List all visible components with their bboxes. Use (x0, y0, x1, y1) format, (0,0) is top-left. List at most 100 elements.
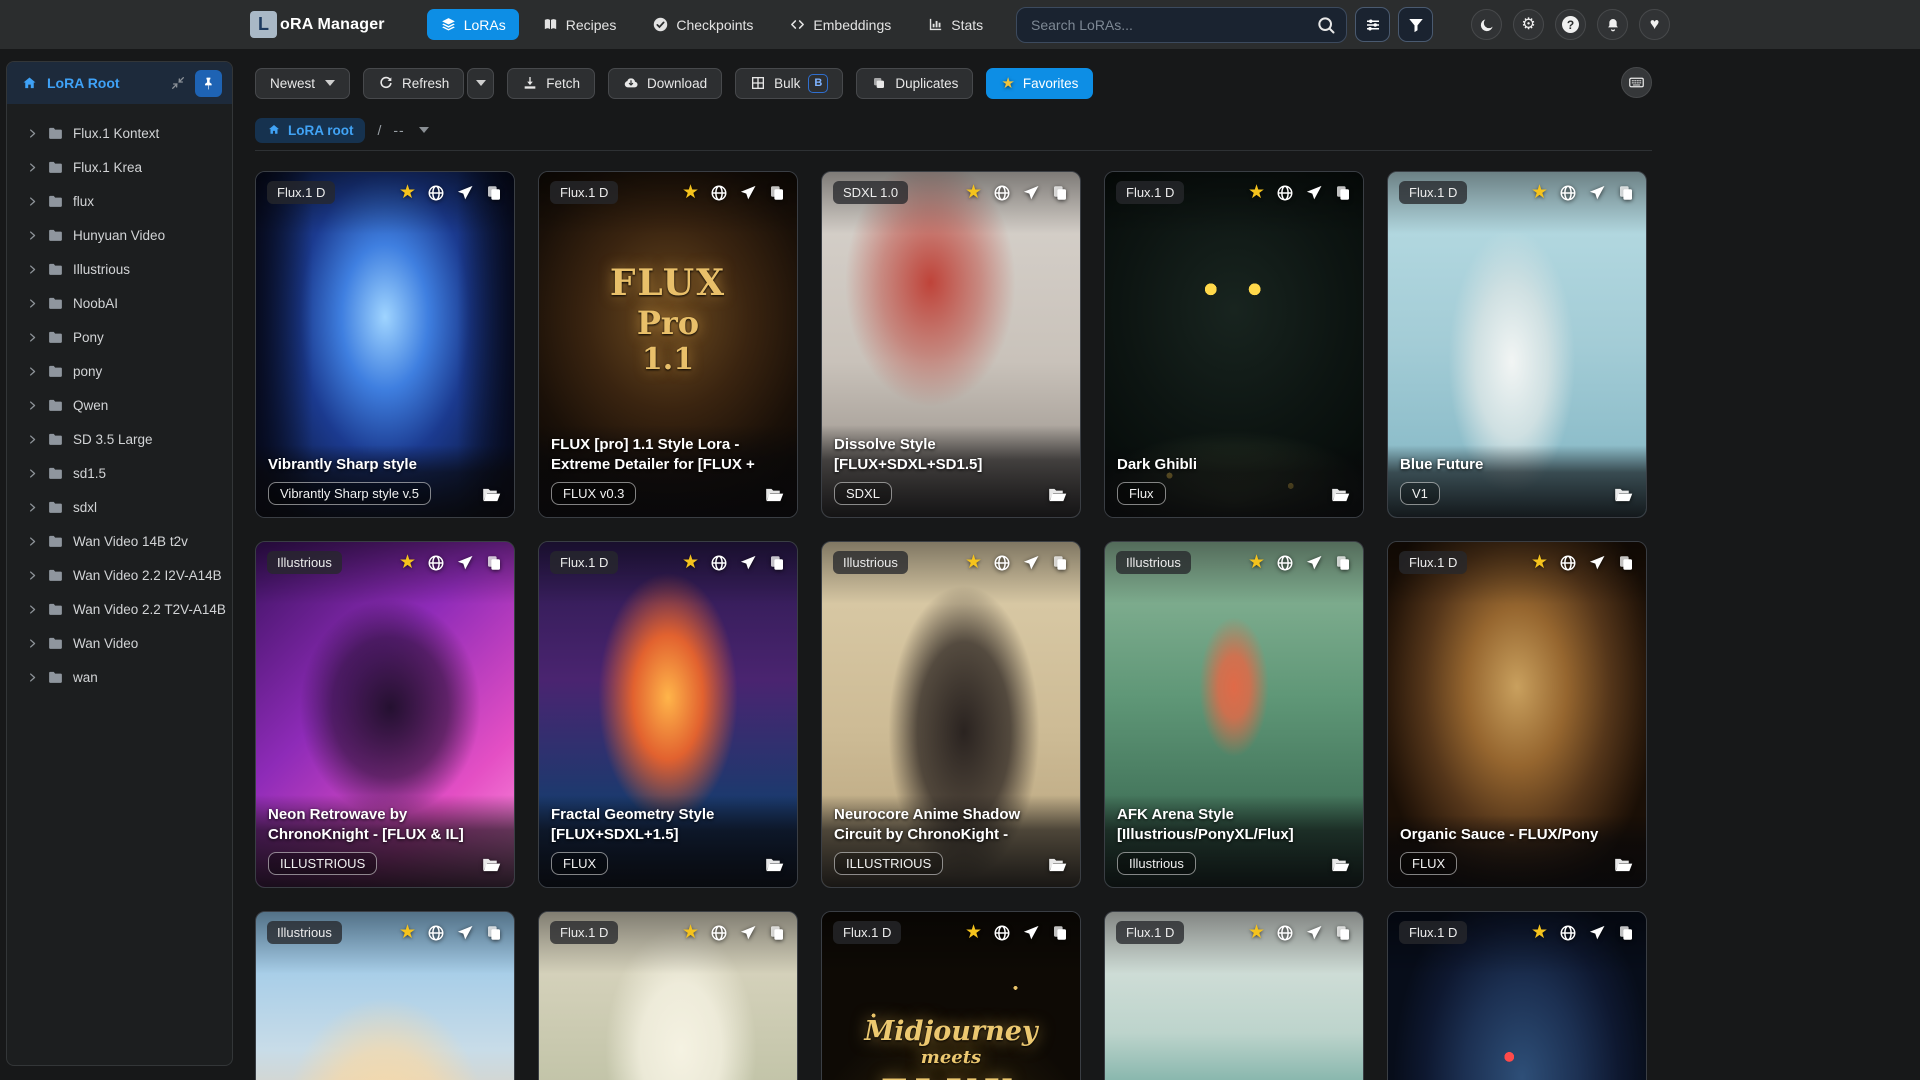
refresh-button[interactable]: Refresh (363, 67, 465, 99)
nav-tab-stats[interactable]: Stats (914, 9, 996, 40)
bulk-button[interactable]: Bulk B (735, 67, 844, 99)
globe-icon[interactable] (1559, 184, 1577, 202)
lora-card[interactable]: Flux.1 D ★ Fractal Geometry Style [FLUX+… (538, 541, 798, 888)
lora-card[interactable]: Illustrious ★ AFK Arena Style [Illustrio… (1104, 541, 1364, 888)
favorite-star-icon[interactable]: ★ (1248, 183, 1265, 202)
sort-options-button[interactable] (1355, 7, 1390, 42)
send-icon[interactable] (1022, 554, 1040, 572)
send-icon[interactable] (456, 184, 474, 202)
send-icon[interactable] (1305, 924, 1323, 942)
sidebar-folder-item[interactable]: NoobAI (7, 286, 232, 320)
breadcrumb-root[interactable]: LoRA root (255, 117, 366, 143)
send-icon[interactable] (739, 184, 757, 202)
send-icon[interactable] (739, 924, 757, 942)
sidebar-folder-item[interactable]: Qwen (7, 388, 232, 422)
globe-icon[interactable] (993, 554, 1011, 572)
favorite-star-icon[interactable]: ★ (399, 553, 416, 572)
lora-card[interactable]: Illustrious ★ (255, 911, 515, 1080)
lora-card[interactable]: Illustrious ★ Neurocore Anime Shadow Cir… (821, 541, 1081, 888)
open-folder-icon[interactable] (764, 484, 785, 505)
lora-card[interactable]: Flux.1 D ★ Organic Sauce - FLUX/Pony FLU… (1387, 541, 1647, 888)
nav-tab-checkpoints[interactable]: Checkpoints (639, 9, 766, 40)
copy-icon[interactable] (768, 924, 786, 942)
favorites-filter-button[interactable]: ★ Favorites (986, 67, 1094, 99)
globe-icon[interactable] (1559, 554, 1577, 572)
lora-card[interactable]: Flux.1 D ★ (538, 911, 798, 1080)
search-icon[interactable] (1316, 15, 1336, 35)
support-button[interactable]: ♥ (1639, 9, 1670, 40)
favorite-star-icon[interactable]: ★ (399, 183, 416, 202)
lora-card[interactable]: Illustrious ★ Neon Retrowave by ChronoKn… (255, 541, 515, 888)
keyboard-shortcuts-button[interactable] (1621, 67, 1652, 98)
duplicates-button[interactable]: Duplicates (856, 67, 974, 99)
theme-toggle-button[interactable] (1471, 9, 1502, 40)
sidebar-header[interactable]: LoRA Root (7, 62, 232, 104)
collapse-icon[interactable] (170, 75, 186, 91)
sort-select[interactable]: Newest (255, 67, 350, 99)
fetch-button[interactable]: Fetch (507, 67, 596, 99)
open-folder-icon[interactable] (1330, 854, 1351, 875)
send-icon[interactable] (1305, 554, 1323, 572)
copy-icon[interactable] (1617, 184, 1635, 202)
favorite-star-icon[interactable]: ★ (1248, 553, 1265, 572)
open-folder-icon[interactable] (764, 854, 785, 875)
globe-icon[interactable] (1276, 184, 1294, 202)
favorite-star-icon[interactable]: ★ (399, 923, 416, 942)
sidebar-folder-item[interactable]: Flux.1 Krea (7, 150, 232, 184)
favorite-star-icon[interactable]: ★ (1531, 183, 1548, 202)
open-folder-icon[interactable] (1047, 484, 1068, 505)
copy-icon[interactable] (768, 184, 786, 202)
globe-icon[interactable] (1559, 924, 1577, 942)
globe-icon[interactable] (427, 554, 445, 572)
refresh-options-button[interactable] (467, 67, 495, 99)
lora-card[interactable]: Flux.1 D ★ (1387, 911, 1647, 1080)
pin-sidebar-button[interactable] (195, 69, 222, 97)
sidebar-folder-item[interactable]: Illustrious (7, 252, 232, 286)
send-icon[interactable] (1588, 924, 1606, 942)
sidebar-folder-item[interactable]: SD 3.5 Large (7, 422, 232, 456)
globe-icon[interactable] (1276, 924, 1294, 942)
copy-icon[interactable] (485, 554, 503, 572)
filter-button[interactable] (1398, 7, 1433, 42)
globe-icon[interactable] (427, 924, 445, 942)
favorite-star-icon[interactable]: ★ (965, 923, 982, 942)
sidebar-folder-item[interactable]: Wan Video (7, 626, 232, 660)
open-folder-icon[interactable] (1613, 484, 1634, 505)
favorite-star-icon[interactable]: ★ (965, 553, 982, 572)
sidebar-folder-item[interactable]: sd1.5 (7, 456, 232, 490)
globe-icon[interactable] (710, 924, 728, 942)
copy-icon[interactable] (1051, 184, 1069, 202)
nav-tab-embeddings[interactable]: Embeddings (776, 9, 904, 40)
copy-icon[interactable] (1334, 924, 1352, 942)
send-icon[interactable] (1022, 184, 1040, 202)
send-icon[interactable] (1305, 184, 1323, 202)
sidebar-folder-item[interactable]: Pony (7, 320, 232, 354)
copy-icon[interactable] (1334, 184, 1352, 202)
open-folder-icon[interactable] (1047, 854, 1068, 875)
send-icon[interactable] (739, 554, 757, 572)
lora-card[interactable]: SDXL 1.0 ★ Dissolve Style [FLUX+SDXL+SD1… (821, 171, 1081, 518)
copy-icon[interactable] (1617, 554, 1635, 572)
globe-icon[interactable] (993, 184, 1011, 202)
globe-icon[interactable] (710, 184, 728, 202)
open-folder-icon[interactable] (1330, 484, 1351, 505)
globe-icon[interactable] (710, 554, 728, 572)
favorite-star-icon[interactable]: ★ (1531, 923, 1548, 942)
nav-tab-loras[interactable]: LoRAs (426, 9, 519, 40)
copy-icon[interactable] (485, 924, 503, 942)
sidebar-folder-item[interactable]: pony (7, 354, 232, 388)
sidebar-folder-item[interactable]: Wan Video 2.2 I2V-A14B (7, 558, 232, 592)
lora-card[interactable]: Flux.1 D ★ Dark Ghibli Flux (1104, 171, 1364, 518)
lora-card[interactable]: Flux.1 D ★ (1104, 911, 1364, 1080)
sidebar-folder-item[interactable]: Flux.1 Kontext (7, 116, 232, 150)
lora-card[interactable]: Flux.1 D ★ Blue Future V1 (1387, 171, 1647, 518)
search-input[interactable] (1016, 6, 1347, 43)
favorite-star-icon[interactable]: ★ (682, 553, 699, 572)
copy-icon[interactable] (485, 184, 503, 202)
globe-icon[interactable] (1276, 554, 1294, 572)
favorite-star-icon[interactable]: ★ (1248, 923, 1265, 942)
open-folder-icon[interactable] (481, 484, 502, 505)
globe-icon[interactable] (427, 184, 445, 202)
lora-card[interactable]: FLUX Pro 1.1 Flux.1 D ★ FLUX [pro] 1.1 Sty… (538, 171, 798, 518)
send-icon[interactable] (1588, 554, 1606, 572)
